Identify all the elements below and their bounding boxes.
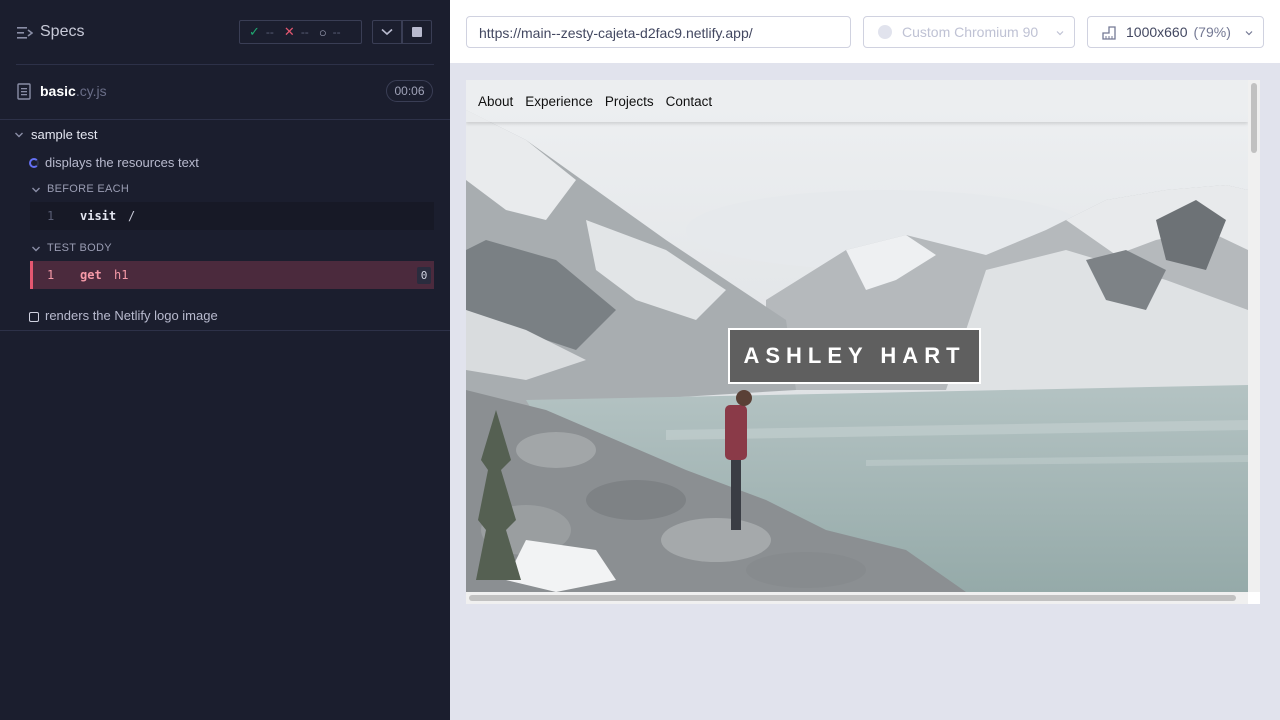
failed-count: -- bbox=[300, 25, 309, 39]
running-spinner-icon bbox=[29, 158, 39, 168]
specs-header: Specs ✓ -- ✕ -- ○ -- bbox=[0, 0, 450, 64]
viewport-scale: (79%) bbox=[1193, 24, 1231, 40]
ruler-icon bbox=[1102, 26, 1116, 40]
test-title[interactable]: displays the resources text bbox=[45, 155, 199, 170]
command-arg: / bbox=[128, 209, 136, 223]
site-nav: About Experience Projects Contact bbox=[466, 80, 1248, 122]
divider bbox=[0, 330, 450, 331]
pending-icon: ○ bbox=[318, 24, 327, 40]
pending-stat: ○ -- bbox=[319, 25, 341, 40]
suite-title[interactable]: sample test bbox=[31, 127, 97, 142]
vertical-scrollbar-thumb[interactable] bbox=[1251, 83, 1257, 153]
check-icon: ✓ bbox=[249, 24, 260, 39]
x-icon: ✕ bbox=[283, 24, 295, 39]
reporter-panel: Specs ✓ -- ✕ -- ○ -- basic.cy.js 00:06 s… bbox=[0, 0, 450, 720]
specs-list-icon[interactable] bbox=[17, 26, 33, 40]
specs-title[interactable]: Specs bbox=[40, 23, 84, 41]
pending-count: -- bbox=[332, 25, 341, 39]
nav-link-contact[interactable]: Contact bbox=[666, 94, 713, 109]
command-arg: h1 bbox=[114, 268, 129, 282]
chevron-down-icon bbox=[1245, 31, 1253, 36]
nav-link-about[interactable]: About bbox=[478, 94, 513, 109]
command-number: 1 bbox=[47, 268, 55, 282]
test-stats: ✓ -- ✕ -- ○ -- bbox=[239, 20, 362, 44]
command-name: get bbox=[80, 268, 102, 282]
aut-header: https://main--zesty-cajeta-d2fac9.netlif… bbox=[450, 0, 1280, 64]
passed-count: -- bbox=[265, 25, 274, 39]
nav-link-projects[interactable]: Projects bbox=[605, 94, 654, 109]
horizontal-scrollbar-thumb[interactable] bbox=[469, 595, 1236, 601]
browser-icon bbox=[878, 25, 892, 39]
viewport-selector[interactable]: 1000x660 (79%) bbox=[1087, 16, 1264, 48]
hook-label-test-body[interactable]: TEST BODY bbox=[47, 242, 112, 254]
hero-title: ASHLEY HART bbox=[728, 328, 981, 384]
file-extension: .cy.js bbox=[75, 83, 107, 99]
browser-selector[interactable]: Custom Chromium 90 bbox=[863, 16, 1075, 48]
command-row-visit[interactable]: 1 visit / bbox=[30, 202, 434, 230]
chevron-down-icon[interactable] bbox=[31, 244, 41, 254]
command-name: visit bbox=[80, 209, 117, 223]
file-base-name: basic bbox=[40, 83, 76, 99]
command-row-get-failed[interactable]: 1 get h1 0 bbox=[30, 261, 434, 289]
chevron-down-icon bbox=[1056, 31, 1064, 36]
spec-file-row: basic.cy.js 00:06 bbox=[0, 65, 450, 119]
chevron-down-icon[interactable] bbox=[14, 130, 24, 140]
stop-icon bbox=[412, 27, 422, 37]
hook-label-before-each[interactable]: BEFORE EACH bbox=[47, 183, 129, 195]
spec-file-name[interactable]: basic.cy.js bbox=[40, 83, 107, 99]
document-icon bbox=[17, 83, 31, 100]
pending-square-icon bbox=[29, 312, 39, 322]
aut-iframe[interactable]: About Experience Projects Contact ASHLEY… bbox=[466, 80, 1260, 604]
element-count-badge: 0 bbox=[417, 267, 431, 284]
collapse-button[interactable] bbox=[372, 20, 402, 44]
nav-link-experience[interactable]: Experience bbox=[525, 94, 593, 109]
url-bar[interactable]: https://main--zesty-cajeta-d2fac9.netlif… bbox=[466, 16, 851, 48]
vertical-scrollbar[interactable] bbox=[1248, 80, 1260, 592]
test-title[interactable]: renders the Netlify logo image bbox=[45, 308, 218, 323]
command-number: 1 bbox=[47, 209, 55, 223]
passed-stat: ✓ -- bbox=[249, 24, 274, 40]
chevron-down-icon[interactable] bbox=[31, 185, 41, 195]
browser-name: Custom Chromium 90 bbox=[902, 24, 1039, 40]
divider bbox=[0, 119, 450, 120]
viewport-size: 1000x660 bbox=[1126, 24, 1188, 40]
run-duration: 00:06 bbox=[386, 80, 433, 102]
failed-stat: ✕ -- bbox=[284, 24, 309, 40]
chevron-down-icon bbox=[381, 28, 393, 36]
stop-button[interactable] bbox=[402, 20, 432, 44]
